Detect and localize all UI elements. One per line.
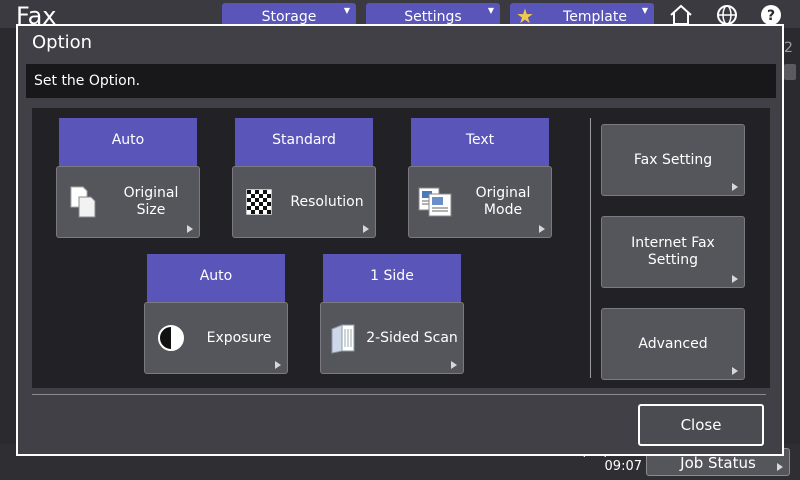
tab-dropdown-icon: ▼ — [487, 6, 494, 15]
arrow-icon — [732, 275, 738, 283]
original-size-value: Auto — [59, 118, 197, 166]
original-mode-button[interactable]: Original Mode — [408, 166, 552, 238]
arrow-icon — [732, 367, 738, 375]
arrow-icon — [451, 361, 457, 369]
job-status-label: Job Status — [680, 454, 756, 472]
tab-template-label: Template — [563, 9, 627, 25]
original-mode-label: Original Mode — [475, 185, 531, 218]
two-sided-scan-icon — [321, 302, 365, 374]
vertical-divider — [590, 118, 591, 378]
time-text: 09:07 — [604, 459, 642, 474]
original-mode-value: Text — [411, 118, 549, 166]
exposure-button[interactable]: Exposure — [144, 302, 288, 374]
edge-button — [784, 64, 796, 80]
resolution-value: Standard — [235, 118, 373, 166]
advanced-label: Advanced — [638, 335, 708, 352]
horizontal-divider — [32, 394, 766, 395]
help-icon[interactable]: ? — [758, 4, 784, 26]
original-size-label: Original Size — [123, 185, 179, 218]
fax-setting-label: Fax Setting — [633, 151, 713, 168]
close-button[interactable]: Close — [638, 404, 764, 446]
resolution-button[interactable]: Resolution — [232, 166, 376, 238]
advanced-button[interactable]: Advanced — [601, 308, 745, 380]
original-size-icon — [57, 166, 109, 238]
tab-storage-label: Storage — [261, 9, 317, 25]
fax-setting-button[interactable]: Fax Setting — [601, 124, 745, 196]
internet-fax-setting-button[interactable]: Internet Fax Setting — [601, 216, 745, 288]
home-icon[interactable] — [668, 4, 694, 26]
right-edge-indicator: 2 — [784, 40, 796, 80]
resolution-checker-icon — [233, 166, 285, 238]
tab-settings-label: Settings — [404, 9, 462, 25]
exposure-value: Auto — [147, 254, 285, 302]
edge-text: 2 — [784, 40, 793, 56]
two-sided-scan-button[interactable]: 2-Sided Scan — [320, 302, 464, 374]
two-sided-scan-label: 2-Sided Scan — [366, 329, 458, 346]
svg-text:?: ? — [767, 8, 775, 24]
arrow-icon — [187, 225, 193, 233]
original-size-button[interactable]: Original Size — [56, 166, 200, 238]
arrow-icon — [732, 183, 738, 191]
internet-fax-setting-label: Internet Fax Setting — [631, 235, 715, 268]
instruction-text: Set the Option. — [26, 64, 776, 98]
exposure-contrast-icon — [145, 302, 197, 374]
option-dialog: Option Set the Option. Auto Original Siz… — [16, 24, 784, 456]
dialog-title: Option — [32, 32, 93, 53]
exposure-label: Exposure — [206, 329, 272, 346]
arrow-icon — [363, 225, 369, 233]
resolution-label: Resolution — [290, 193, 364, 210]
tab-dropdown-icon: ▼ — [343, 6, 350, 15]
globe-icon[interactable] — [714, 4, 740, 26]
arrow-icon — [539, 225, 545, 233]
original-mode-icon — [409, 166, 461, 238]
arrow-icon — [777, 463, 783, 471]
two-sided-scan-value: 1 Side — [323, 254, 461, 302]
tab-dropdown-icon: ▼ — [641, 6, 648, 15]
options-panel: Auto Original Size Standard Resolution T… — [32, 108, 770, 388]
arrow-icon — [275, 361, 281, 369]
